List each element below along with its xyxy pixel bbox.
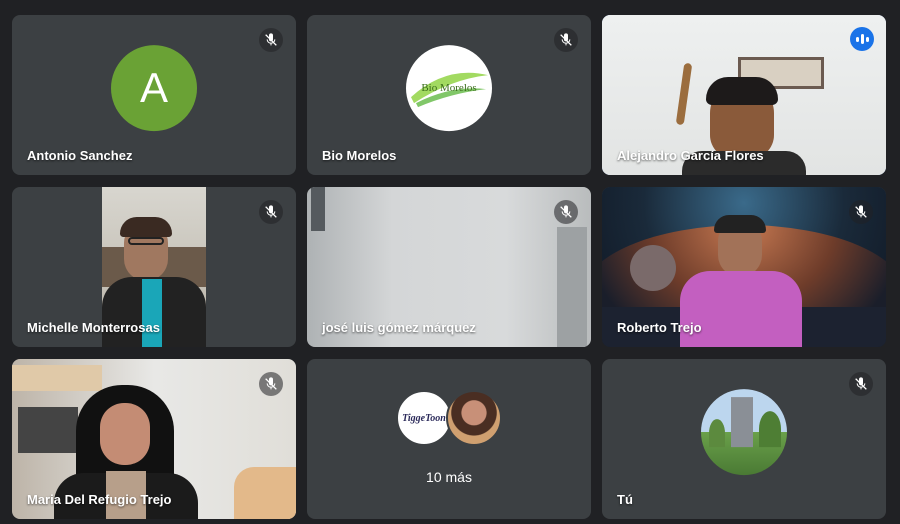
chair [234,467,296,519]
participant-name: Alejandro García Flores [617,148,764,163]
avatar: A [111,45,197,132]
tree [709,419,725,448]
door-frame [557,227,587,347]
mic-off-icon [259,28,283,52]
participant-tile-roberto-trejo[interactable]: Roberto Trejo [602,187,886,347]
building [731,397,753,448]
participant-name: Tú [617,492,633,507]
more-participants-tile[interactable]: TiggeToon 10 más [307,359,591,519]
participant-tile-bio-morelos[interactable]: Bio Morelos Bio Morelos [307,15,591,175]
mic-off-icon [554,28,578,52]
person-hair [714,215,766,233]
avatar [446,390,502,446]
participant-tile-maria-del-refugio-trejo[interactable]: Maria Del Refugio Trejo [12,359,296,519]
person-shirt [680,271,802,347]
glasses [128,237,164,245]
shelf [12,365,102,391]
more-participants-label: 10 más [426,469,472,485]
wall-device [311,187,325,231]
avatar: TiggeToon [396,390,452,446]
person-face [100,403,150,465]
participant-name: Bio Morelos [322,148,397,163]
participant-tile-antonio-sanchez[interactable]: A Antonio Sanchez [12,15,296,175]
tree [759,411,781,448]
participant-name: Roberto Trejo [617,320,702,335]
mic-off-icon [554,200,578,224]
person-shirt [142,279,162,347]
mic-off-icon [849,200,873,224]
mic-off-icon [259,372,283,396]
participant-name: Maria Del Refugio Trejo [27,492,172,507]
participant-tile-jose-luis-gomez-marquez[interactable]: josé luis gómez márquez [307,187,591,347]
avatar [701,389,787,476]
paper-tray [18,407,78,453]
participant-tile-self[interactable]: Tú [602,359,886,519]
wall-gecko-decor [675,62,693,126]
participant-name: josé luis gómez márquez [322,320,476,335]
more-participants-avatars: TiggeToon [396,390,502,446]
mic-off-icon [849,372,873,396]
mic-off-icon [259,200,283,224]
participant-name: Antonio Sanchez [27,148,133,163]
person-hair [120,217,172,237]
participant-name: Michelle Monterrosas [27,320,160,335]
moon-background [630,245,676,291]
person-hair [706,77,778,105]
avatar-logo-text: Bio Morelos [421,82,477,95]
participant-tile-alejandro-garcia-flores[interactable]: Alejandro García Flores [602,15,886,175]
avatar-logo-text: TiggeToon [402,412,446,424]
speaking-indicator-icon [850,27,874,51]
participant-tile-michelle-monterrosas[interactable]: Michelle Monterrosas [12,187,296,347]
avatar: Bio Morelos [406,45,492,132]
